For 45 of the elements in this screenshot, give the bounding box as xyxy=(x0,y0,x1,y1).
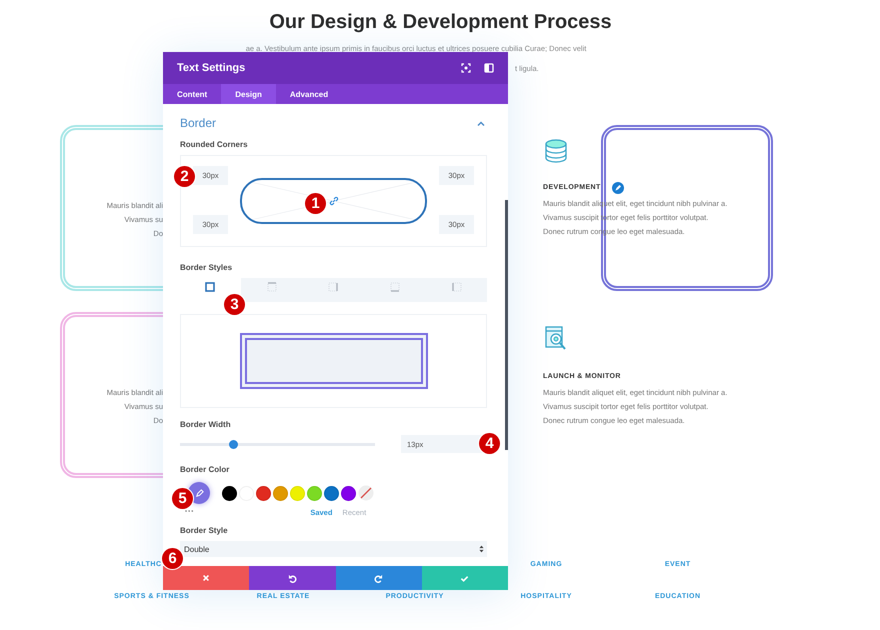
database-icon xyxy=(545,139,567,163)
slider-thumb[interactable] xyxy=(228,440,238,448)
eyedropper-icon xyxy=(194,488,204,498)
step-marker: 4 xyxy=(479,433,500,454)
color-swatch[interactable] xyxy=(273,486,288,500)
step-marker: 6 xyxy=(162,548,183,569)
panel-tab[interactable]: Content xyxy=(163,84,222,104)
border-side-icon xyxy=(328,282,338,292)
monitor-search-icon xyxy=(545,326,567,352)
step-marker: 2 xyxy=(174,166,195,187)
field-label: Border Color xyxy=(180,465,230,476)
color-swatch[interactable] xyxy=(341,486,356,500)
color-swatch[interactable] xyxy=(324,486,339,500)
step-marker: 1 xyxy=(305,193,326,214)
style-select[interactable]: Double xyxy=(180,541,487,557)
step-marker: 3 xyxy=(224,294,245,315)
panel-tab[interactable]: Advanced xyxy=(276,84,342,104)
sidebar-toggle-icon[interactable] xyxy=(484,63,494,73)
no-color-swatch[interactable] xyxy=(358,485,374,501)
page-title: Our Design & Development Process xyxy=(268,10,613,35)
field-label: Border Style xyxy=(180,526,229,537)
edit-icon[interactable] xyxy=(612,182,624,194)
section-title[interactable]: Border xyxy=(180,116,216,130)
border-side-icon xyxy=(390,282,400,292)
color-swatch[interactable] xyxy=(256,486,271,500)
field-label: Rounded Corners xyxy=(180,140,249,151)
color-swatch[interactable] xyxy=(222,486,237,500)
select-arrows-icon xyxy=(479,545,484,553)
link-icon[interactable] xyxy=(329,196,339,206)
border-side-icon xyxy=(452,282,462,292)
panel-tab[interactable]: Design xyxy=(221,84,276,104)
chevron-up-icon[interactable] xyxy=(477,120,485,126)
step-marker: 5 xyxy=(172,488,193,509)
expand-icon[interactable] xyxy=(461,63,471,73)
color-swatch[interactable] xyxy=(307,486,322,500)
undo-icon xyxy=(288,574,297,582)
border-side-icon xyxy=(205,282,216,292)
close-icon xyxy=(202,574,210,582)
panel-title: Text Settings xyxy=(177,62,246,74)
field-label: Border Styles xyxy=(180,263,234,274)
field-label: Border Width xyxy=(180,420,232,431)
border-side-icon xyxy=(266,282,277,292)
redo-icon xyxy=(374,574,384,582)
check-icon xyxy=(460,574,470,582)
color-swatch[interactable] xyxy=(290,486,305,500)
